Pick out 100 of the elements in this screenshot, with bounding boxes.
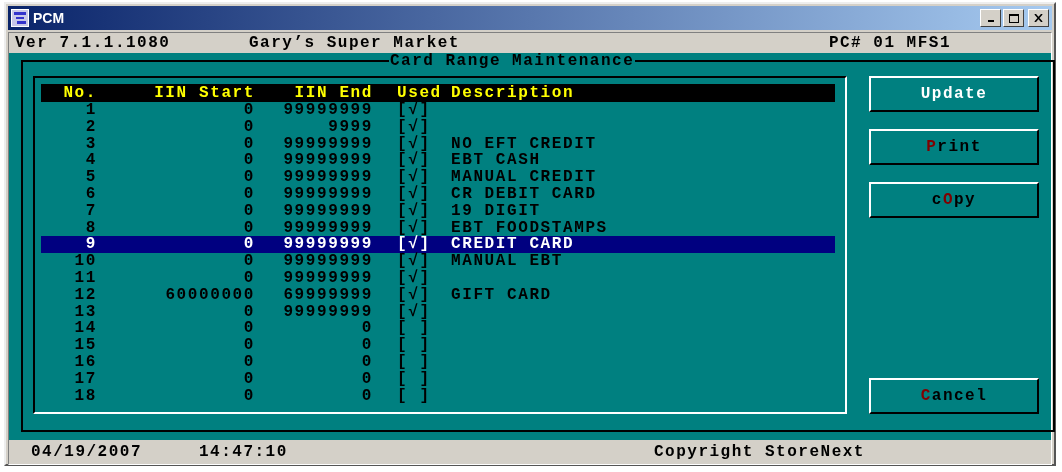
iin-start-cell-text: 0 <box>242 303 255 321</box>
iin-end-cell-text: 99999999 <box>282 236 373 254</box>
table-row[interactable]: 15 0 0 [ ] <box>41 337 835 354</box>
number-cell-text: 9 <box>84 236 97 254</box>
column-header: IIN Start <box>153 84 255 102</box>
number-cell-text: 5 <box>84 169 97 186</box>
used-cell-text: [√] <box>396 102 432 119</box>
selected-row[interactable]: 9 0 99999999 [√] CREDIT CARD <box>41 236 835 254</box>
description-cell-text: NO EFT CREDIT <box>451 135 598 153</box>
action-button[interactable]: Cancel <box>869 378 1039 415</box>
panel-title: Card Range Maintenance <box>389 53 636 69</box>
iin-start-cell-text: 0 <box>242 169 255 186</box>
iin-end-cell-text: 99999999 <box>282 169 373 186</box>
date-label: 04/19/2007 <box>31 443 143 462</box>
number-cell-text: 17 <box>73 370 97 388</box>
used-cell-text: [√] <box>396 152 432 170</box>
description-cell-text: MANUAL EBT <box>451 253 564 270</box>
table-row[interactable]: 11 0 99999999 [√] <box>41 269 835 287</box>
iin-start-cell-text: 0 <box>242 320 255 338</box>
number-cell-text: 8 <box>84 219 97 237</box>
used-cell-text: [√] <box>396 219 432 237</box>
used-cell-text: [√] <box>396 303 432 321</box>
iin-end-cell-text: 9999 <box>327 118 373 136</box>
iin-end-cell-text: 99999999 <box>282 102 373 119</box>
table-row[interactable]: 4 0 99999999 [√] EBT CASH <box>41 152 835 170</box>
copyright-label: Copyright StoreNext <box>654 443 865 462</box>
iin-start-cell-text: 0 <box>242 337 255 354</box>
table-row[interactable]: 16 0 0 [ ] <box>41 353 835 371</box>
window-title: PCM <box>33 10 65 26</box>
iin-start-cell-text: 0 <box>242 202 255 220</box>
table-row[interactable]: 18 0 0 [ ] <box>41 387 835 405</box>
action-button[interactable]: cOpy <box>869 182 1039 218</box>
iin-start-cell-text: 0 <box>242 219 255 237</box>
iin-start-cell-text: 0 <box>242 236 255 254</box>
number-cell-text: 4 <box>84 152 97 170</box>
table-row[interactable]: 1 0 99999999 [√] <box>41 102 835 119</box>
iin-start-cell-text: 0 <box>242 370 255 388</box>
iin-end-cell-text: 0 <box>360 387 373 405</box>
description-cell-text: 19 DIGIT <box>451 202 542 220</box>
iin-end-cell-text: 0 <box>360 370 373 388</box>
number-cell-text: 7 <box>84 202 97 220</box>
description-cell-text: MANUAL CREDIT <box>451 169 598 186</box>
used-cell-text: [√] <box>396 236 432 254</box>
used-cell-text: [ ] <box>396 337 432 354</box>
number-cell-text: 6 <box>84 186 97 203</box>
station-label: PC# 01 MFS1 <box>828 34 952 52</box>
close-icon <box>1034 14 1043 22</box>
iin-end-cell-text: 69999999 <box>282 286 373 304</box>
number-cell-text: 12 <box>73 286 97 304</box>
iin-end-cell-text: 99999999 <box>282 303 373 321</box>
description-cell-text: CR DEBIT CARD <box>451 186 598 203</box>
used-cell-text: [ ] <box>396 320 432 338</box>
table-row[interactable]: 13 0 99999999 [√] <box>41 303 835 321</box>
close-button[interactable] <box>1028 9 1049 27</box>
iin-start-cell-text: 0 <box>242 269 255 287</box>
table-row[interactable]: 3 0 99999999 [√] NO EFT CREDIT <box>41 135 835 153</box>
description-cell-text: EBT CASH <box>451 152 542 170</box>
iin-end-cell-text: 0 <box>360 337 373 354</box>
iin-end-cell-text: 99999999 <box>282 186 373 203</box>
app-icon <box>11 9 29 27</box>
number-cell-text: 18 <box>73 387 97 405</box>
iin-start-cell-text: 0 <box>242 253 255 270</box>
table-row[interactable]: 6 0 99999999 [√] CR DEBIT CARD <box>41 186 835 203</box>
used-cell-text: [ ] <box>396 370 432 388</box>
column-header: No. <box>62 84 97 102</box>
iin-start-cell-text: 60000000 <box>164 286 255 304</box>
description-cell-text: EBT FOODSTAMPS <box>451 219 609 237</box>
table-row[interactable]: 5 0 99999999 [√] MANUAL CREDIT <box>41 169 835 186</box>
iin-end-cell-text: 99999999 <box>282 135 373 153</box>
number-cell-text: 10 <box>73 253 97 270</box>
maximize-button[interactable] <box>1003 9 1024 27</box>
maximize-icon <box>1008 13 1019 23</box>
iin-start-cell-text: 0 <box>242 118 255 136</box>
number-cell-text: 14 <box>73 320 97 338</box>
iin-end-cell-text: 99999999 <box>282 202 373 220</box>
version-label: Ver 7.1.1.1080 <box>15 34 172 52</box>
iin-end-cell-text: 99999999 <box>282 269 373 287</box>
column-header: Used <box>396 84 443 102</box>
iin-end-cell-text: 99999999 <box>282 253 373 270</box>
number-cell-text: 1 <box>84 102 97 119</box>
minimize-button[interactable] <box>980 9 1001 27</box>
iin-start-cell-text: 0 <box>242 353 255 371</box>
iin-end-cell-text: 0 <box>360 353 373 371</box>
number-cell-text: 13 <box>73 303 97 321</box>
column-header: Description <box>451 84 576 102</box>
iin-end-cell-text: 99999999 <box>282 152 373 170</box>
iin-start-cell-text: 0 <box>242 387 255 405</box>
used-cell-text: [√] <box>396 253 432 270</box>
table-row[interactable]: 14 0 0 [ ] <box>41 320 835 338</box>
table-row[interactable]: 8 0 99999999 [√] EBT FOODSTAMPS <box>41 219 835 237</box>
column-header: IIN End <box>293 84 373 102</box>
iin-start-cell-text: 0 <box>242 152 255 170</box>
action-button[interactable]: P rint <box>869 129 1039 165</box>
time-label: 14:47:10 <box>199 443 289 462</box>
number-cell-text: 15 <box>73 337 97 354</box>
number-cell-text: 16 <box>73 353 97 371</box>
table-row[interactable]: 10 0 99999999 [√] MANUAL EBT <box>41 253 835 270</box>
table-row[interactable]: 17 0 0 [ ] <box>41 370 835 388</box>
iin-end-cell-text: 0 <box>360 320 373 338</box>
action-button[interactable]: Update <box>869 76 1039 112</box>
